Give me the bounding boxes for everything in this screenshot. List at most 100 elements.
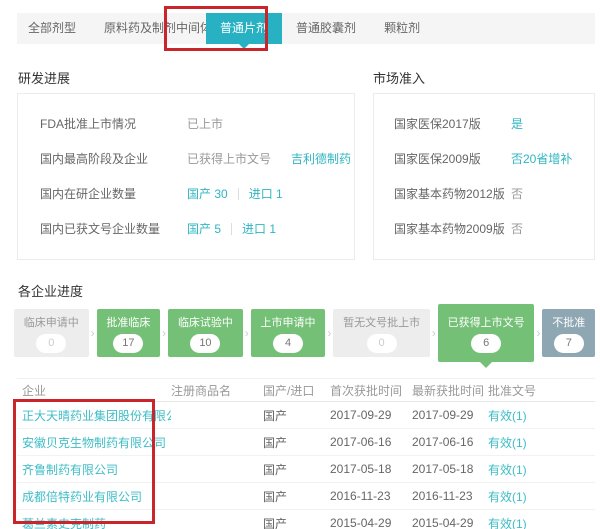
- chevron-right-icon: ›: [534, 309, 542, 357]
- tab-granules[interactable]: 颗粒剂: [370, 13, 434, 44]
- tab-all-dosage-forms[interactable]: 全部剂型: [17, 13, 90, 44]
- approval-table-header: 企业注册商品名国产/进口首次获批时间最新获批时间批准文号: [17, 378, 595, 402]
- rd-progress-title: 研发进展: [18, 68, 70, 87]
- approval-table: 企业注册商品名国产/进口首次获批时间最新获批时间批准文号 正大天晴药业集团股份有…: [17, 378, 595, 529]
- column-header-3: 首次获批时间: [330, 382, 412, 399]
- dosage-form-tabbar: 全部剂型原料药及制剂中间体普通片剂普通胶囊剂颗粒剂: [17, 13, 595, 44]
- column-header-2: 国产/进口: [263, 382, 330, 399]
- chevron-right-icon: ›: [430, 309, 438, 357]
- label-fda-approval-status: FDA批准上市情况: [40, 115, 187, 132]
- chevron-right-icon: ›: [243, 309, 251, 357]
- row-edl-2012: 国家基本药物2012版否: [394, 176, 586, 211]
- stage-license-obtained[interactable]: 已获得上市文号 6: [438, 304, 535, 362]
- stage-license-obtained-count: 6: [471, 334, 501, 353]
- stage-not-approved-label: 不批准: [552, 314, 585, 330]
- drug-detail-page: 全部剂型原料药及制剂中间体普通片剂普通胶囊剂颗粒剂 研发进展 FDA批准上市情况…: [0, 0, 600, 529]
- first-approval-date-cell: 2017-05-18: [330, 462, 412, 476]
- latest-approval-date-cell: 2016-11-23: [412, 489, 488, 503]
- label-nrdl-2017: 国家医保2017版: [394, 115, 511, 132]
- latest-approval-date-cell: 2017-06-16: [412, 435, 488, 449]
- value-edl-2009: 否: [511, 220, 523, 237]
- value-divider: [231, 223, 232, 235]
- table-row: 安徽贝克生物制药有限公司国产2017-06-162017-06-16有效(1): [17, 429, 595, 456]
- table-row: 成都倍特药业有限公司国产2016-11-232016-11-23有效(1): [17, 483, 595, 510]
- first-approval-date-cell: 2017-09-29: [330, 408, 412, 422]
- row-edl-2009: 国家基本药物2009版否: [394, 211, 586, 246]
- value-domestic-highest-stage-0: 已获得上市文号: [187, 150, 271, 167]
- stage-marketing-application[interactable]: 上市申请中 4: [251, 309, 326, 357]
- value-divider: [238, 188, 239, 200]
- license-status-link[interactable]: 有效(1): [488, 515, 595, 529]
- first-approval-date-cell: 2016-11-23: [330, 489, 412, 503]
- stage-license-obtained-label: 已获得上市文号: [448, 314, 525, 330]
- company-link[interactable]: 安徽贝克生物制药有限公司: [17, 434, 171, 451]
- table-row: 齐鲁制药有限公司国产2017-05-182017-05-18有效(1): [17, 456, 595, 483]
- value-fda-approval-status-0: 已上市: [187, 115, 223, 132]
- value-edl-2012: 否: [511, 185, 523, 202]
- stage-clinical-application-label: 临床申请中: [24, 314, 79, 330]
- stage-clinical-application-count: 0: [36, 334, 66, 353]
- tab-plain-capsules[interactable]: 普通胶囊剂: [282, 13, 370, 44]
- stage-clinical-trial-label: 临床试验中: [178, 314, 233, 330]
- license-status-link[interactable]: 有效(1): [488, 488, 595, 505]
- stage-clinical-approved-label: 批准临床: [106, 314, 150, 330]
- stage-no-license-approved[interactable]: 暂无文号批上市 0: [333, 309, 430, 357]
- stage-marketing-application-label: 上市申请中: [261, 314, 316, 330]
- chevron-right-icon: ›: [325, 309, 333, 357]
- value-domestic-licensed-companies-0[interactable]: 国产 5: [187, 220, 221, 237]
- stage-not-approved-count: 7: [554, 334, 584, 353]
- stage-not-approved[interactable]: 不批准 7: [542, 309, 595, 357]
- latest-approval-date-cell: 2015-04-29: [412, 516, 488, 529]
- value-nrdl-2017[interactable]: 是: [511, 115, 523, 132]
- origin-cell: 国产: [263, 515, 330, 529]
- company-link[interactable]: 成都倍特药业有限公司: [17, 488, 171, 505]
- stage-marketing-application-count: 4: [273, 334, 303, 353]
- table-row: 葛兰素史克制药国产2015-04-292015-04-29有效(1): [17, 510, 595, 529]
- stage-clinical-trial[interactable]: 临床试验中10: [168, 309, 243, 357]
- label-domestic-licensed-companies: 国内已获文号企业数量: [40, 220, 187, 237]
- stage-clinical-approved[interactable]: 批准临床17: [97, 309, 161, 357]
- company-progress-pipeline: 临床申请中0›批准临床17›临床试验中10›上市申请中4›暂无文号批上市0›已获…: [14, 302, 595, 364]
- column-header-1: 注册商品名: [171, 382, 263, 399]
- origin-cell: 国产: [263, 434, 330, 451]
- tab-plain-tablets[interactable]: 普通片剂: [206, 13, 282, 44]
- value-domestic-licensed-companies-1[interactable]: 进口 1: [242, 220, 276, 237]
- row-nrdl-2017: 国家医保2017版是: [394, 106, 586, 141]
- row-domestic-licensed-companies: 国内已获文号企业数量国产 5 进口 1: [40, 211, 346, 246]
- market-access-panel: 国家医保2017版是国家医保2009版否20省增补国家基本药物2012版否国家基…: [373, 93, 595, 260]
- value-domestic-highest-stage-1[interactable]: 吉利德制药: [291, 150, 351, 167]
- origin-cell: 国产: [263, 407, 330, 424]
- approval-table-body: 正大天晴药业集团股份有限公司国产2017-09-292017-09-29有效(1…: [17, 402, 595, 529]
- origin-cell: 国产: [263, 488, 330, 505]
- origin-cell: 国产: [263, 461, 330, 478]
- chevron-right-icon: ›: [160, 309, 168, 357]
- company-link[interactable]: 齐鲁制药有限公司: [17, 461, 171, 478]
- latest-approval-date-cell: 2017-09-29: [412, 408, 488, 422]
- row-fda-approval-status: FDA批准上市情况已上市: [40, 106, 346, 141]
- row-domestic-companies-in-rd: 国内在研企业数量国产 30进口 1: [40, 176, 346, 211]
- label-edl-2009: 国家基本药物2009版: [394, 220, 511, 237]
- license-status-link[interactable]: 有效(1): [488, 407, 595, 424]
- license-status-link[interactable]: 有效(1): [488, 461, 595, 478]
- chevron-right-icon: ›: [89, 309, 97, 357]
- market-access-title: 市场准入: [373, 68, 425, 87]
- value-domestic-companies-in-rd-1[interactable]: 进口 1: [249, 185, 283, 202]
- column-header-4: 最新获批时间: [412, 382, 488, 399]
- stage-no-license-approved-label: 暂无文号批上市: [343, 314, 420, 330]
- column-header-5: 批准文号: [488, 382, 595, 399]
- value-nrdl-2009[interactable]: 否20省增补: [511, 150, 572, 167]
- first-approval-date-cell: 2017-06-16: [330, 435, 412, 449]
- license-status-link[interactable]: 有效(1): [488, 434, 595, 451]
- first-approval-date-cell: 2015-04-29: [330, 516, 412, 529]
- stage-clinical-application[interactable]: 临床申请中 0: [14, 309, 89, 357]
- company-progress-title: 各企业进度: [18, 281, 83, 300]
- stage-no-license-approved-count: 0: [367, 334, 397, 353]
- latest-approval-date-cell: 2017-05-18: [412, 462, 488, 476]
- company-link[interactable]: 正大天晴药业集团股份有限公司: [17, 407, 171, 424]
- label-edl-2012: 国家基本药物2012版: [394, 185, 511, 202]
- company-link[interactable]: 葛兰素史克制药: [17, 515, 171, 529]
- label-domestic-highest-stage: 国内最高阶段及企业: [40, 150, 187, 167]
- value-domestic-companies-in-rd-0[interactable]: 国产 30: [187, 185, 228, 202]
- label-nrdl-2009: 国家医保2009版: [394, 150, 511, 167]
- row-domestic-highest-stage: 国内最高阶段及企业已获得上市文号吉利德制药: [40, 141, 346, 176]
